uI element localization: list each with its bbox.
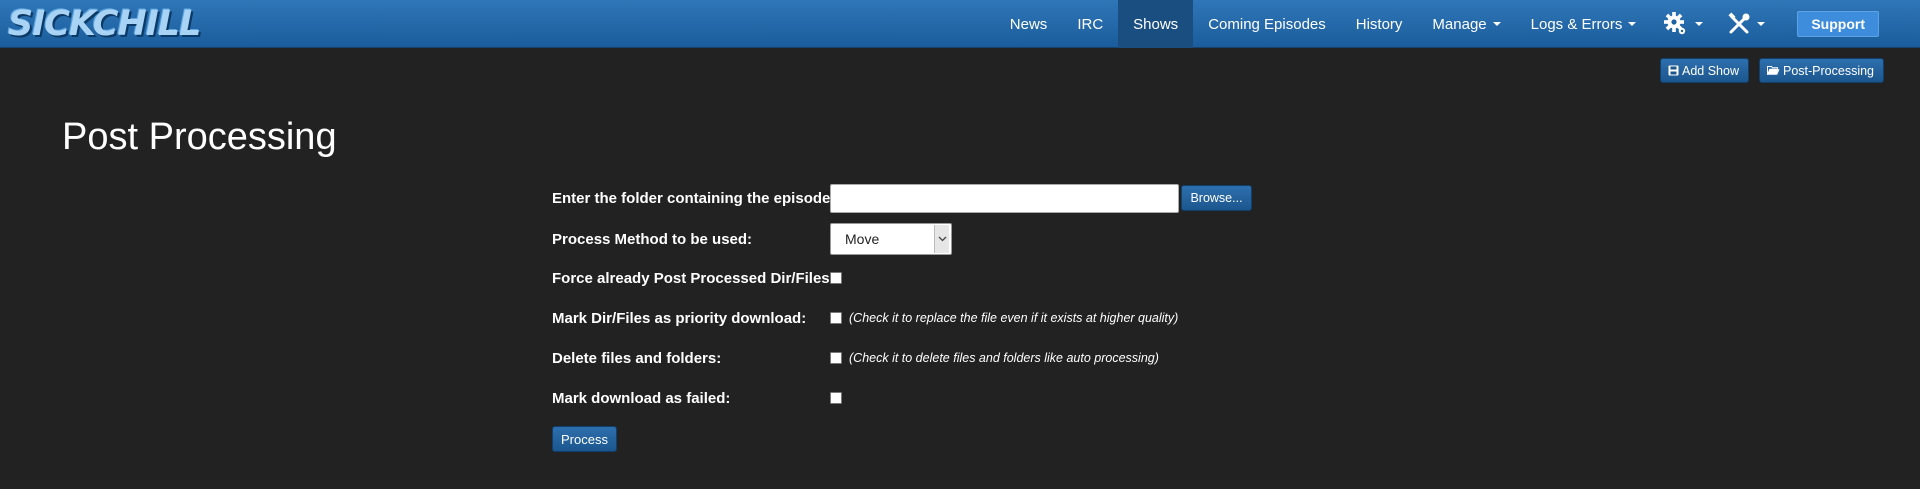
browse-button[interactable]: Browse... [1181, 185, 1252, 211]
folder-label: Enter the folder containing the episode: [552, 189, 836, 207]
process-button[interactable]: Process [552, 426, 617, 452]
caret-down-icon [1695, 22, 1704, 26]
navbar: SICKCHILL News IRC Shows Coming Episodes… [0, 0, 1920, 48]
page-title: Post Processing [62, 116, 337, 158]
gear-icon [1664, 12, 1686, 35]
floppy-icon [1668, 65, 1679, 76]
add-show-label: Add Show [1682, 63, 1739, 78]
delete-note: (Check it to delete files and folders li… [849, 351, 1159, 365]
post-processing-button[interactable]: Post-Processing [1759, 58, 1885, 83]
nav-item-shows[interactable]: Shows [1118, 0, 1194, 48]
method-row: Process Method to be used: [552, 224, 752, 254]
folder-row: Enter the folder containing the episode: [552, 183, 835, 213]
tools-icon [1728, 12, 1750, 34]
folder-input[interactable] [830, 184, 1179, 213]
process-method-value: Move [845, 231, 880, 247]
logo[interactable]: SICKCHILL [8, 3, 201, 45]
chevron-down-icon [934, 225, 949, 253]
priority-checkbox[interactable] [830, 312, 842, 324]
caret-down-icon [1757, 22, 1766, 26]
failed-checkbox[interactable] [830, 392, 842, 404]
force-row: Force already Post Processed Dir/Files: [552, 263, 835, 293]
failed-row: Mark download as failed: [552, 383, 730, 413]
force-label: Force already Post Processed Dir/Files: [552, 269, 835, 287]
priority-label: Mark Dir/Files as priority download: [552, 309, 807, 327]
caret-down-icon [1628, 22, 1637, 26]
failed-label: Mark download as failed: [552, 389, 731, 407]
delete-label: Delete files and folders: [552, 349, 722, 367]
nav-item-logs-errors[interactable]: Logs & Errors [1516, 0, 1652, 48]
delete-checkbox[interactable] [830, 352, 842, 364]
nav-item-news[interactable]: News [995, 0, 1063, 48]
nav-item-manage-label: Manage [1432, 15, 1487, 33]
nav-item-coming-episodes[interactable]: Coming Episodes [1193, 0, 1341, 48]
folder-open-icon [1767, 66, 1780, 75]
tools-menu[interactable] [1715, 0, 1777, 48]
nav-item-manage[interactable]: Manage [1417, 0, 1515, 48]
nav-item-history[interactable]: History [1341, 0, 1418, 48]
method-label: Process Method to be used: [552, 230, 753, 248]
settings-menu[interactable] [1651, 0, 1715, 48]
nav-item-logs-label: Logs & Errors [1530, 15, 1623, 33]
support-button[interactable]: Support [1797, 11, 1879, 37]
caret-down-icon [1492, 22, 1501, 26]
delete-row: Delete files and folders: [552, 343, 721, 373]
force-checkbox[interactable] [830, 272, 842, 284]
nav-items: News IRC Shows Coming Episodes History M… [995, 0, 1920, 48]
nav-item-irc[interactable]: IRC [1062, 0, 1118, 48]
post-processing-label: Post-Processing [1783, 63, 1875, 78]
process-method-select[interactable]: Move [830, 223, 952, 255]
priority-row: Mark Dir/Files as priority download: [552, 303, 806, 333]
add-show-button[interactable]: Add Show [1660, 58, 1749, 83]
priority-note: (Check it to replace the file even if it… [849, 311, 1179, 325]
